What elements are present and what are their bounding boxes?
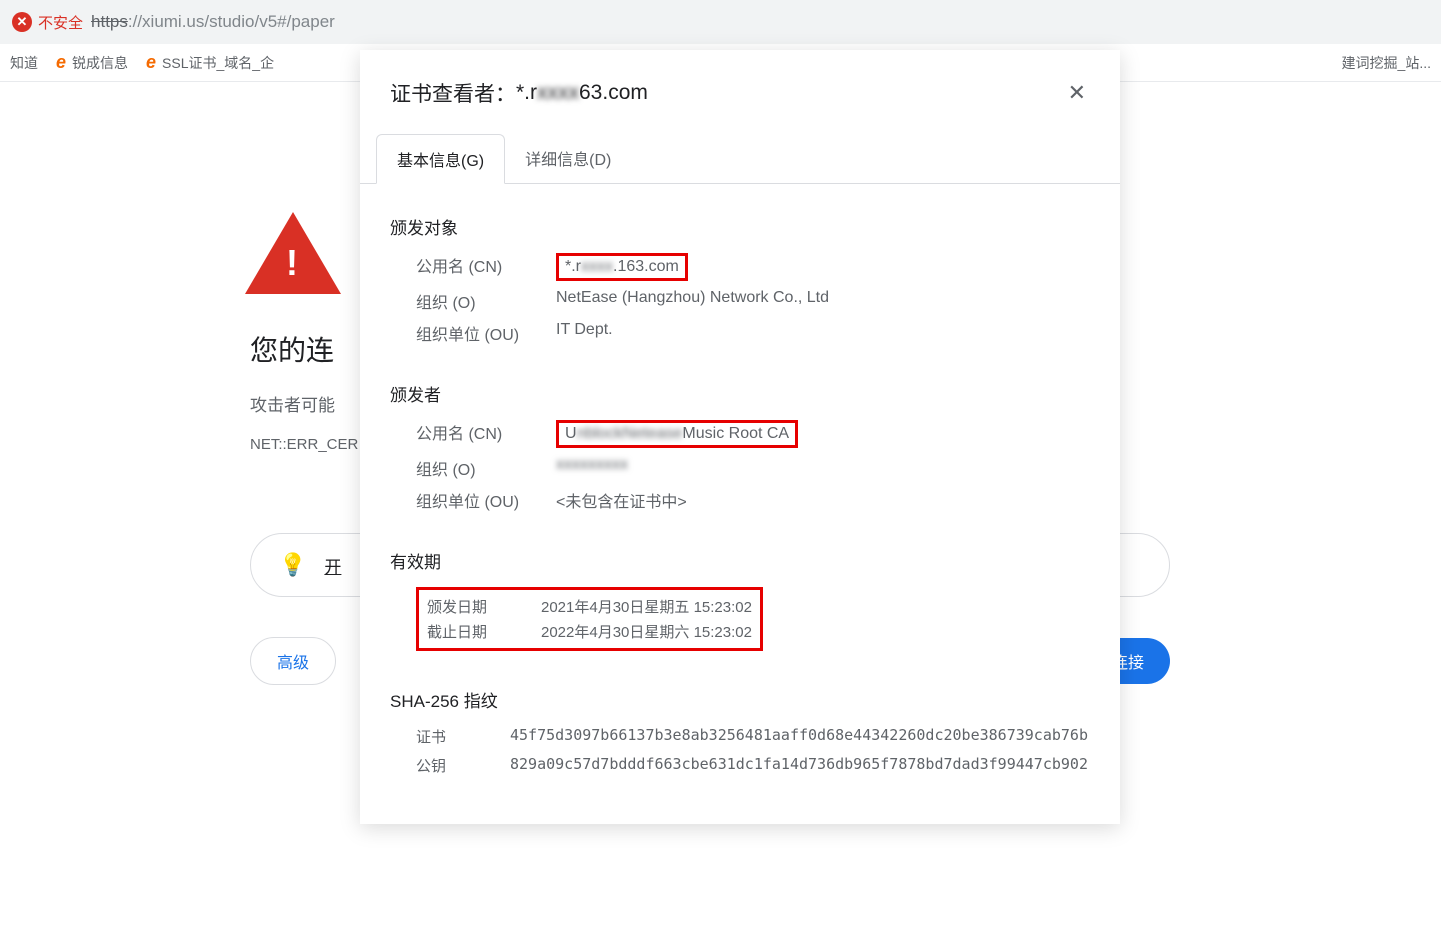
- section-title-validity: 有效期: [390, 548, 1090, 573]
- warning-triangle-icon: [245, 212, 341, 294]
- cert-fingerprint-row: 证书 45f75d3097b66137b3e8ab3256481aaff0d68…: [390, 726, 1090, 747]
- subject-ou-row: 组织单位 (OU) IT Dept.: [390, 321, 1090, 345]
- security-badge[interactable]: ✕ 不安全: [12, 12, 83, 33]
- section-title-subject: 颁发对象: [390, 214, 1090, 239]
- validity-section: 有效期 颁发日期 2021年4月30日星期五 15:23:02 截止日期 202…: [390, 548, 1090, 651]
- fingerprint-section: SHA-256 指纹 证书 45f75d3097b66137b3e8ab3256…: [390, 687, 1090, 776]
- certificate-viewer-modal: 证书查看者： *.rxxxx63.com ✕ 基本信息(G) 详细信息(D) 颁…: [360, 50, 1120, 824]
- issuer-section: 颁发者 公用名 (CN) UnblockNeteaseMusic Root CA…: [390, 381, 1090, 512]
- bookmark-e-icon: e: [56, 52, 66, 73]
- subject-section: 颁发对象 公用名 (CN) *.rxxxx.163.com 组织 (O) Net…: [390, 214, 1090, 345]
- subject-cn-row: 公用名 (CN) *.rxxxx.163.com: [390, 253, 1090, 281]
- highlight-box: 颁发日期 2021年4月30日星期五 15:23:02 截止日期 2022年4月…: [416, 587, 763, 651]
- security-label: 不安全: [38, 12, 83, 33]
- cert-tabs: 基本信息(G) 详细信息(D): [360, 134, 1120, 184]
- issuer-cn-row: 公用名 (CN) UnblockNeteaseMusic Root CA: [390, 420, 1090, 448]
- url-display[interactable]: https://xiumi.us/studio/v5#/paper: [91, 12, 335, 32]
- highlight-box: UnblockNeteaseMusic Root CA: [556, 420, 798, 448]
- bookmark-item[interactable]: e 锐成信息: [56, 52, 128, 73]
- issuer-o-row: 组织 (O) xxxxxxxxx: [390, 456, 1090, 480]
- bookmark-e-icon: e: [146, 52, 156, 73]
- advanced-button[interactable]: 高级: [250, 637, 336, 685]
- issued-date: 2021年4月30日星期五 15:23:02: [541, 596, 752, 617]
- bookmark-item[interactable]: e SSL证书_域名_企: [146, 52, 274, 73]
- browser-address-bar: ✕ 不安全 https://xiumi.us/studio/v5#/paper: [0, 0, 1441, 44]
- highlight-box: *.rxxxx.163.com: [556, 253, 688, 281]
- modal-title: 证书查看者： *.rxxxx63.com: [390, 78, 648, 108]
- bookmark-item[interactable]: 建词挖掘_站...: [1342, 53, 1431, 73]
- section-title-issuer: 颁发者: [390, 381, 1090, 406]
- modal-header: 证书查看者： *.rxxxx63.com ✕: [360, 50, 1120, 118]
- section-title-fingerprint: SHA-256 指纹: [390, 687, 1090, 712]
- bookmark-item[interactable]: 知道: [10, 53, 38, 73]
- protection-text: 开: [324, 553, 341, 578]
- pubkey-fingerprint-row: 公钥 829a09c57d7bdddf663cbe631dc1fa14d736d…: [390, 755, 1090, 776]
- modal-body: 颁发对象 公用名 (CN) *.rxxxx.163.com 组织 (O) Net…: [360, 184, 1120, 824]
- lightbulb-icon: 💡: [279, 552, 306, 578]
- tab-general[interactable]: 基本信息(G): [376, 134, 505, 184]
- expires-date: 2022年4月30日星期六 15:23:02: [541, 621, 752, 642]
- tab-details[interactable]: 详细信息(D): [505, 134, 631, 183]
- subject-o-row: 组织 (O) NetEase (Hangzhou) Network Co., L…: [390, 289, 1090, 313]
- issuer-ou-row: 组织单位 (OU) <未包含在证书中>: [390, 488, 1090, 512]
- danger-icon: ✕: [12, 12, 32, 32]
- close-icon[interactable]: ✕: [1064, 76, 1090, 110]
